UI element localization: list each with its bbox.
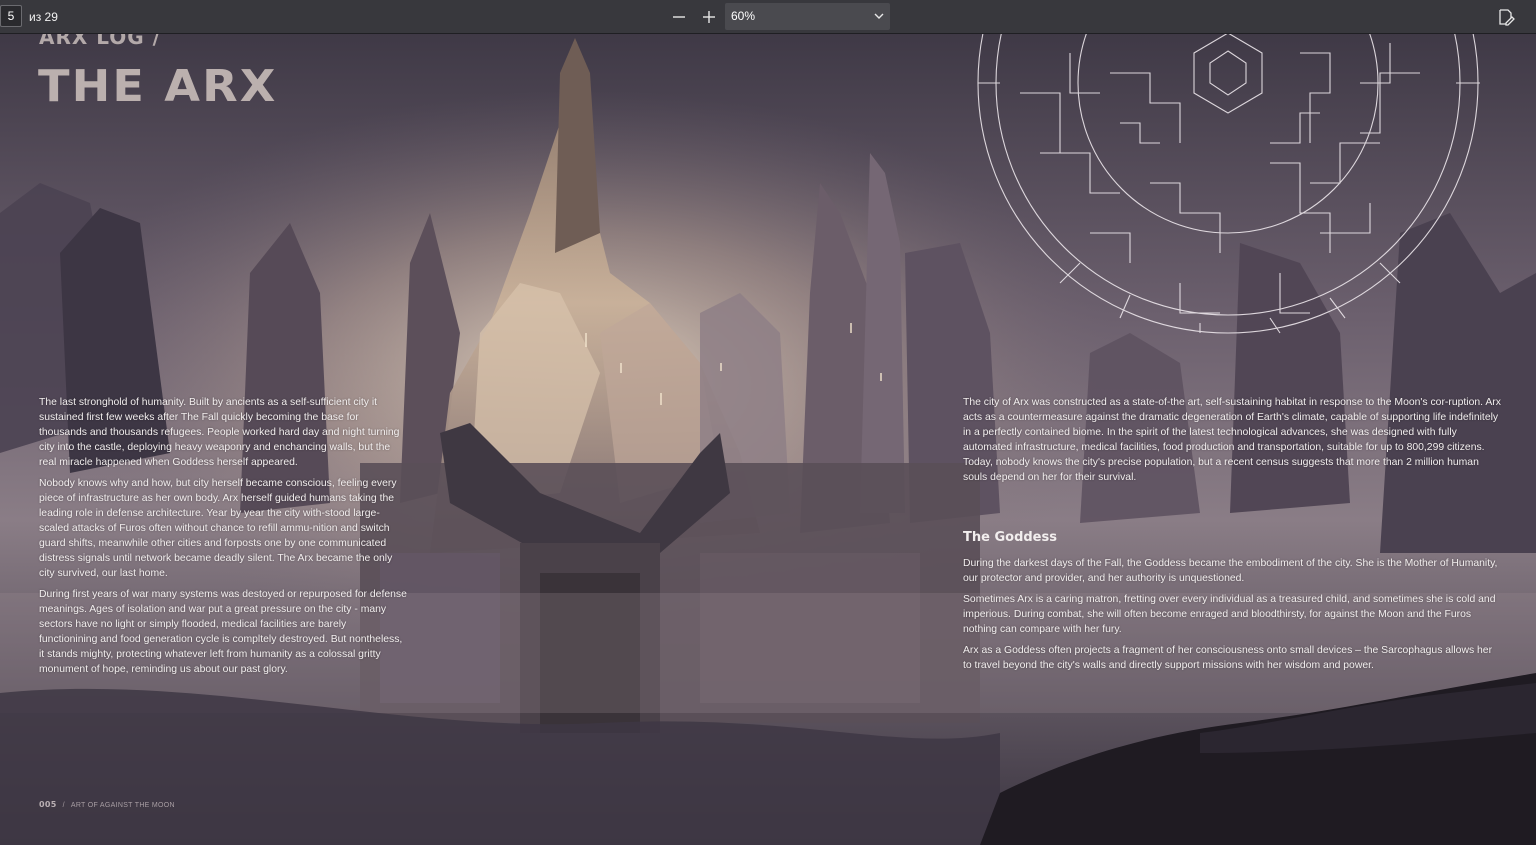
paragraph: The city of Arx was constructed as a sta…	[963, 397, 1501, 483]
page-number-input[interactable]: 5	[0, 5, 22, 27]
zoom-out-button[interactable]	[667, 5, 691, 29]
left-text-column: The last stronghold of humanity. Built b…	[39, 395, 407, 683]
page-footer: 005 / ART OF AGAINST THE MOON	[39, 800, 175, 809]
document-page: ARX LOG / THE ARX The last stronghold of…	[0, 33, 1536, 845]
zoom-in-button[interactable]	[697, 5, 721, 29]
footer-book-title: ART OF AGAINST THE MOON	[70, 802, 175, 809]
paragraph: During the darkest days of the Fall, the…	[963, 558, 1498, 584]
goddess-heading: The Goddess	[963, 530, 1057, 545]
paragraph: Sometimes Arx is a caring matron, fretti…	[963, 594, 1496, 635]
minus-icon	[673, 16, 685, 18]
goddess-text-column: During the darkest days of the Fall, the…	[963, 556, 1503, 679]
plus-icon	[703, 11, 715, 23]
page-total-label: из 29	[29, 10, 58, 24]
paragraph: Arx as a Goddess often projects a fragme…	[963, 645, 1493, 671]
footer-page-number: 005	[39, 800, 57, 809]
annotate-button[interactable]	[1494, 5, 1518, 29]
page-title: THE ARX	[38, 61, 278, 112]
zoom-select[interactable]: 60%	[725, 3, 890, 30]
paragraph: The last stronghold of humanity. Built b…	[39, 397, 400, 468]
zoom-value: 60%	[731, 9, 756, 23]
footer-separator: /	[62, 802, 65, 809]
chevron-down-icon	[874, 13, 884, 19]
edit-document-icon	[1499, 9, 1515, 26]
right-text-column: The city of Arx was constructed as a sta…	[963, 395, 1503, 491]
section-label: ARX LOG /	[39, 33, 161, 49]
paragraph: Nobody knows why and how, but city herse…	[39, 478, 397, 579]
paragraph: During first years of war many systems w…	[39, 589, 407, 675]
pdf-toolbar: 5 из 29 60%	[0, 0, 1536, 34]
